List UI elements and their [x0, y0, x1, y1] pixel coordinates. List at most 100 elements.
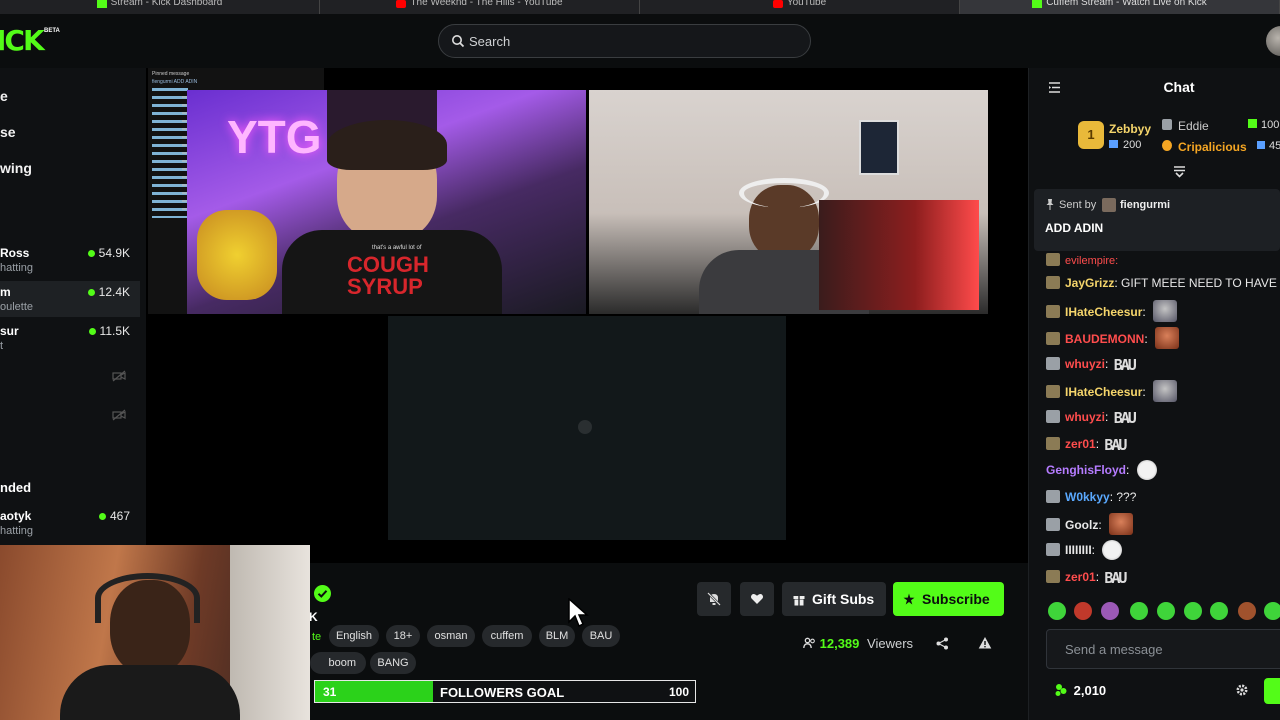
gift-subs-button[interactable]: Gift Subs — [782, 582, 886, 616]
chat-username[interactable]: W0kkyy — [1065, 490, 1110, 504]
sidebar-nav-home[interactable]: e — [0, 88, 8, 104]
browser-tab-youtube[interactable]: YouTube — [640, 0, 960, 14]
user-badge-icon — [1046, 543, 1060, 556]
chat-username[interactable]: whuyzi — [1065, 357, 1105, 371]
chat-username[interactable]: zer01 — [1065, 437, 1096, 451]
share-icon[interactable] — [936, 637, 949, 650]
chat-username[interactable]: JayGrizz — [1065, 276, 1114, 290]
chat-username[interactable]: IHateCheesur — [1065, 305, 1142, 319]
youtube-icon — [772, 0, 783, 8]
sender-avatar — [1102, 198, 1116, 212]
tag-chip[interactable]: 18+ — [386, 625, 420, 647]
pin-icon — [1046, 199, 1054, 210]
search-input[interactable]: Search — [438, 24, 811, 58]
headphones — [739, 178, 829, 208]
face-emote-icon — [1153, 380, 1178, 402]
emote-icon[interactable] — [1048, 602, 1066, 620]
chat-message: IHateCheesur: — [1046, 300, 1178, 322]
emote-icon[interactable] — [1238, 602, 1256, 620]
channel-name: aotyk — [0, 509, 32, 523]
subscribe-button[interactable]: Subscribe — [893, 582, 1004, 616]
emote-icon[interactable] — [1157, 602, 1175, 620]
sidebar-channel-item[interactable]: m oulette 12.4K — [0, 281, 140, 317]
chat-message: whuyzi: BAU — [1046, 407, 1137, 427]
pinned-message[interactable]: Sent by fiengurmi ADD ADIN — [1034, 189, 1280, 251]
chat-username[interactable]: IIIIIIII — [1065, 543, 1092, 557]
emote-icon[interactable] — [1130, 602, 1148, 620]
chat-username[interactable]: whuyzi — [1065, 410, 1105, 424]
tag-chip[interactable]: BANG — [370, 652, 416, 674]
video-off-icon — [112, 370, 126, 382]
tag-chip[interactable]: boom — [310, 652, 366, 674]
chat-username[interactable]: BAUDEMONN — [1065, 332, 1144, 346]
notifications-button[interactable] — [697, 582, 731, 616]
channel-name: sur — [0, 324, 19, 338]
chat-separator: : — [1105, 410, 1112, 424]
stream-category-link[interactable]: te — [312, 631, 321, 643]
gift-subs-label: Gift Subs — [812, 591, 875, 607]
leaderboard-value-text: 100 — [1261, 119, 1280, 131]
report-warning-icon[interactable] — [978, 636, 992, 650]
tag-chip[interactable]: English — [329, 625, 379, 647]
sidebar-channel-item[interactable]: aotyk hatting 467 — [0, 505, 140, 541]
chat-message-input[interactable]: Send a message — [1046, 629, 1280, 669]
chat-settings-gear-icon[interactable] — [1236, 684, 1248, 696]
tag-chip[interactable]: cuffem — [482, 625, 532, 647]
leaderboard-entry[interactable]: Eddie — [1162, 119, 1209, 133]
tag-chip[interactable]: BLM — [539, 625, 575, 647]
pinned-sender[interactable]: fiengurmi — [1120, 199, 1170, 211]
browser-tab-kick-dashboard[interactable]: Stream - Kick Dashboard — [0, 0, 320, 14]
points-icon — [1248, 119, 1257, 128]
live-dot-icon — [87, 250, 95, 257]
leaderboard-entry[interactable]: Cripalicious — [1162, 140, 1247, 154]
emote-icon[interactable] — [1074, 602, 1092, 620]
emote-icon[interactable] — [1101, 602, 1119, 620]
badge-icon — [1162, 119, 1172, 130]
chat-username[interactable]: Goolz — [1065, 518, 1098, 532]
chat-separator: : — [1142, 305, 1150, 319]
leaderboard-name[interactable]: Zebbyy — [1109, 122, 1151, 136]
chat-username[interactable]: GenghisFloyd — [1046, 463, 1126, 477]
kick-logo[interactable]: ICK — [0, 24, 45, 57]
follow-button[interactable] — [740, 582, 774, 616]
tag-chip[interactable]: osman — [427, 625, 475, 647]
chat-input-placeholder: Send a message — [1065, 642, 1163, 657]
user-badge-icon — [1046, 490, 1060, 503]
emote-icon[interactable] — [1184, 602, 1202, 620]
emote-icon[interactable] — [1264, 602, 1280, 620]
face-emote-icon — [1153, 300, 1178, 322]
browser-tab-cuffem-stream[interactable]: Cuffem Stream - Watch Live on Kick — [960, 0, 1280, 14]
chat-username[interactable]: zer01 — [1065, 570, 1096, 584]
youtube-icon — [396, 0, 407, 8]
sidebar-channel-item[interactable]: Ross hatting 54.9K — [0, 242, 140, 278]
chat-message: whuyzi: BAU — [1046, 354, 1137, 374]
video-off-icon — [112, 409, 126, 421]
sidebar-nav-browse[interactable]: se — [0, 124, 16, 140]
chat-username[interactable]: IHateCheesur — [1065, 385, 1142, 399]
tab-title: YouTube — [786, 0, 827, 8]
expand-chevron-icon[interactable] — [1173, 166, 1186, 178]
chat-separator: : — [1091, 543, 1099, 557]
emote-icon[interactable] — [1210, 602, 1228, 620]
overlay-pinned-text: fiengurmi ADD ADIN — [152, 79, 198, 85]
user-badge-icon — [1046, 305, 1060, 318]
tag-chip[interactable]: BAU — [582, 625, 620, 647]
neon-sign: YTG — [227, 111, 322, 163]
points-value: 2,010 — [1073, 683, 1107, 698]
user-avatar[interactable] — [1266, 26, 1280, 56]
viewer-count: 12.4K — [87, 285, 130, 299]
channel-points[interactable]: 2,010 — [1054, 683, 1106, 698]
leaderboard-value: 100 — [1248, 119, 1279, 131]
send-chat-button[interactable] — [1264, 678, 1280, 704]
plush-toys — [197, 210, 277, 300]
viewer-count-value: 12.4K — [98, 285, 130, 299]
sidebar-channel-item[interactable]: sur t 11.5K — [0, 320, 140, 356]
sidebar-nav-following[interactable]: wing — [0, 160, 32, 176]
leaderboard-name: Cripalicious — [1178, 140, 1247, 154]
chat-message: IHateCheesur: — [1046, 380, 1178, 402]
sidebar-channel-item-offline[interactable] — [0, 399, 140, 435]
sidebar-channel-item-offline[interactable] — [0, 360, 140, 396]
browser-tab-the-hills[interactable]: The Weeknd - The Hills - YouTube — [320, 0, 640, 14]
followers-goal-bar: 31 FOLLOWERS GOAL 100 — [314, 680, 696, 703]
user-badge-icon — [1046, 518, 1060, 531]
